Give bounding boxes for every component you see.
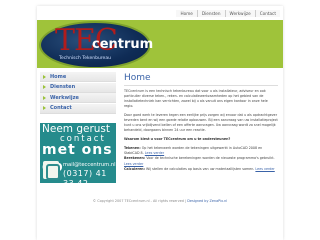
- sidebar-item-contact[interactable]: Contact: [40, 103, 116, 114]
- news-label: Calculeren:: [124, 166, 145, 171]
- topnav-diensten-link[interactable]: Diensten: [196, 9, 225, 17]
- news-text: Wij stellen de calculaties op basis van …: [146, 166, 255, 171]
- news-label: Tekenen:: [124, 146, 141, 150]
- intro-paragraph: TECcentrum is een technisch tekenbureau …: [124, 89, 268, 108]
- bullet-arrow-icon: [43, 85, 46, 89]
- read-more-link[interactable]: Lees verder: [145, 151, 164, 155]
- promo-email: mail@teccentrum.nl: [63, 162, 116, 168]
- logo-centrum-text: centrum: [92, 37, 154, 52]
- read-more-link[interactable]: Lees verder: [255, 167, 274, 171]
- topnav-home-link[interactable]: Home: [176, 9, 197, 17]
- news-text: Voor de technische berekeningen worden d…: [146, 156, 275, 161]
- why-heading: Waarom kiest u voor TECcentrum om u te o…: [124, 137, 231, 141]
- contact-promo-banner[interactable]: Neem gerust contact met ons op mail@tecc…: [40, 123, 116, 183]
- top-navigation: Home Diensten Werkwijze Contact: [37, 6, 283, 20]
- bullet-arrow-icon: [43, 95, 46, 100]
- list-item: Tekenen: Op het tekenwerk worden de teke…: [124, 146, 278, 156]
- second-paragraph: Door goed werk te leveren tegen een eerl…: [124, 113, 278, 132]
- sidebar-item-label: Werkwijze: [50, 94, 79, 101]
- list-item: Berekenen: Voor de technische berekening…: [124, 156, 278, 166]
- page-title: Home: [124, 73, 278, 86]
- sidebar-menu: Home Diensten Werkwijze Contact: [40, 72, 116, 114]
- bullet-arrow-icon: [43, 106, 46, 110]
- topnav-werkwijze-link[interactable]: Werkwijze: [224, 9, 255, 17]
- page-frame: Home Diensten Werkwijze Contact TEC cent…: [37, 6, 283, 240]
- main-content: Home TECcentrum is een technisch tekenbu…: [124, 73, 278, 172]
- sidebar-item-home[interactable]: Home: [40, 72, 116, 82]
- sidebar-item-label: Contact: [50, 105, 72, 111]
- logo-tagline: Technisch Tekenbureau: [59, 56, 111, 61]
- list-item: Calculeren: Wij stellen de calculaties o…: [124, 167, 278, 172]
- bullet-arrow-icon: [43, 74, 46, 79]
- copyright-text: © Copyright 2007 TECcentrum.nl - All rig…: [92, 199, 184, 203]
- news-label: Berekenen:: [124, 156, 146, 161]
- sidebar-item-label: Home: [50, 73, 67, 80]
- read-more-link[interactable]: Lees verder: [124, 162, 143, 166]
- site-header: TEC centrum Technisch Tekenbureau: [37, 20, 283, 68]
- phone-icon: [43, 161, 60, 180]
- sidebar-item-diensten[interactable]: Diensten: [40, 82, 116, 93]
- topnav-contact-link[interactable]: Contact: [254, 9, 280, 17]
- sidebar-item-werkwijze[interactable]: Werkwijze: [40, 93, 116, 103]
- designer-credit-link[interactable]: Designed by ZenaPix.nl: [187, 199, 227, 203]
- site-footer: © Copyright 2007 TECcentrum.nl - All rig…: [37, 199, 283, 203]
- footer-separator: |: [185, 199, 187, 203]
- promo-phone: (0317) 41 33 42: [63, 169, 107, 183]
- sidebar-item-label: Diensten: [50, 84, 76, 90]
